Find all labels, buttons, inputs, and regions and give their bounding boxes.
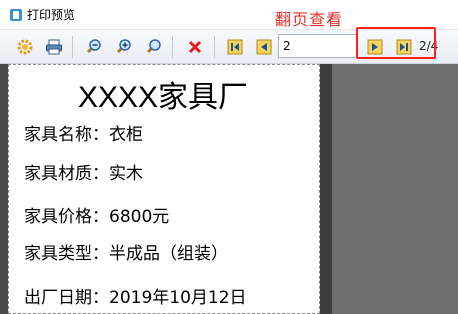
gear-icon [17, 39, 33, 55]
document-heading: XXXX家具厂 [78, 81, 249, 114]
preview-area[interactable]: XXXX家具厂 家具名称：衣柜 家具材质：实木 家具价格：6800元 家具类型：… [0, 64, 458, 314]
page-shadow [320, 64, 332, 314]
zoom-out-icon [86, 39, 101, 54]
annotation-text: 翻页查看 [275, 10, 344, 29]
print-button[interactable] [43, 36, 65, 58]
prev-page-button[interactable] [253, 36, 275, 58]
toolbar-separator [172, 36, 173, 58]
field-furniture-price: 家具价格：6800元 [24, 207, 170, 227]
settings-button[interactable] [14, 36, 36, 58]
field-furniture-material: 家具材质：实木 [24, 164, 143, 184]
toolbar-separator [214, 36, 215, 58]
first-page-icon [227, 39, 243, 55]
close-icon [188, 40, 202, 54]
zoom-in-icon [116, 39, 131, 54]
page-number-input[interactable]: 2 [278, 34, 358, 58]
toolbar-separator [72, 36, 73, 58]
prev-page-icon [256, 39, 272, 55]
page-navigation-highlight [356, 27, 436, 59]
zoom-fit-button[interactable] [142, 36, 164, 58]
field-furniture-name: 家具名称：衣柜 [24, 125, 143, 145]
first-page-button[interactable] [224, 36, 246, 58]
zoom-out-button[interactable] [82, 36, 104, 58]
zoom-in-button[interactable] [112, 36, 134, 58]
title-bar: 打印预览 [0, 0, 458, 30]
window-title: 打印预览 [27, 8, 76, 22]
close-button[interactable] [184, 36, 206, 58]
printer-icon [46, 39, 62, 55]
app-icon [10, 8, 22, 21]
field-furniture-type: 家具类型：半成品（组装） [24, 244, 228, 264]
field-production-date: 出厂日期：2019年10月12日 [24, 288, 247, 308]
viewer-edge [0, 64, 8, 314]
zoom-fit-icon [146, 39, 161, 54]
preview-page: XXXX家具厂 家具名称：衣柜 家具材质：实木 家具价格：6800元 家具类型：… [8, 64, 320, 314]
